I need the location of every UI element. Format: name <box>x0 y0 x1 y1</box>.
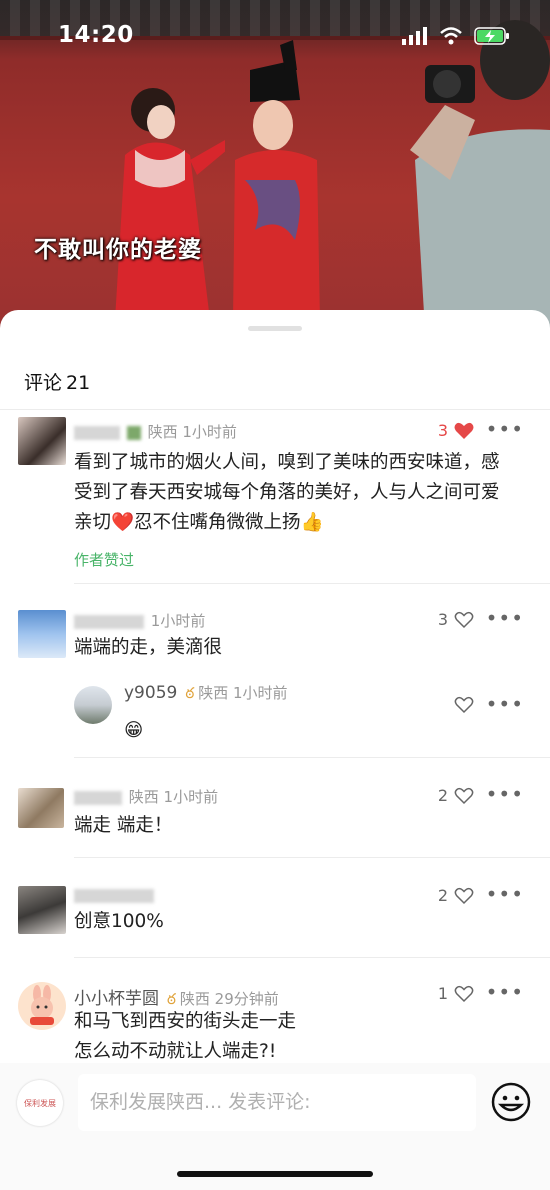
like-count: 2 <box>437 786 448 805</box>
comment-text: 看到了城市的烟火人间，嗅到了美味的西安味道，感受到了春天西安城每个角落的美好，人… <box>74 452 500 533</box>
divider <box>74 583 550 584</box>
status-bar: 14:20 <box>0 0 550 70</box>
comment-location-time: 陕西 1小时前 <box>147 423 237 441</box>
cellular-signal-icon <box>402 27 427 45</box>
gold-badge-icon: ఠ <box>167 990 176 1008</box>
comment-item: 陕西 1小时前 3 ••• 看到了城市的烟火人间，嗅到了美味的西安味道，感受到了… <box>0 415 550 585</box>
blurred-username <box>74 888 154 903</box>
comment-location-time: 陕西 29分钟前 <box>179 990 279 1008</box>
more-options-icon[interactable]: ••• <box>486 980 524 1004</box>
comment-text: 和马飞到西安的街头走一走 怎么动不动就让人端走?! <box>74 1011 297 1062</box>
more-options-icon[interactable]: ••• <box>486 692 524 716</box>
avatar[interactable] <box>18 610 66 658</box>
comment-text: 端走 端走！ <box>74 815 173 836</box>
comment-location-time: 陕西 1小时前 <box>128 788 219 806</box>
comment-input-bar: 保利发展 保利发展陕西... 发表评论: <box>0 1063 550 1190</box>
like-count: 2 <box>437 886 448 905</box>
bride-figure <box>115 88 225 320</box>
comment-input-placeholder: 保利发展陕西... 发表评论: <box>90 1091 311 1113</box>
bunny-avatar-icon <box>30 985 54 1025</box>
more-options-icon[interactable]: ••• <box>486 782 524 806</box>
reply-username[interactable]: y9059 <box>124 683 177 703</box>
home-indicator[interactable] <box>177 1171 373 1177</box>
heart-filled-icon <box>454 422 474 439</box>
like-button[interactable]: 1 <box>438 984 474 1003</box>
heart-outline-icon <box>454 696 474 714</box>
comment-text: 端端的走，美滴很 <box>74 637 223 658</box>
comment-text: 创意100% <box>74 911 164 932</box>
groom-figure <box>233 40 320 320</box>
reply-like-button[interactable] <box>454 696 474 714</box>
more-options-icon[interactable]: ••• <box>486 606 524 630</box>
video-player[interactable]: 14:20 不敢叫你的老婆 <box>0 0 550 330</box>
divider <box>0 409 550 410</box>
battery-charging-icon <box>474 27 509 45</box>
like-count: 1 <box>437 984 448 1003</box>
reply-text: 😁 <box>124 720 144 741</box>
comment-item: 陕西 1小时前 2 ••• 端走 端走！ <box>0 782 550 864</box>
brand-logo: 保利发展 <box>17 1080 63 1126</box>
comment-meta: 1小时前 <box>74 610 205 631</box>
blurred-badge <box>126 425 141 440</box>
blurred-username <box>74 790 122 805</box>
comment-item: 2 ••• 创意100% <box>0 882 550 964</box>
comments-count-number: 21 <box>66 372 91 394</box>
more-options-icon[interactable]: ••• <box>486 882 524 906</box>
comment-location-time: 1小时前 <box>150 612 206 630</box>
heart-outline-icon <box>454 887 474 904</box>
comment-input[interactable]: 保利发展陕西... 发表评论: <box>78 1074 476 1131</box>
reply-location-time: 陕西 1小时前 <box>198 684 288 702</box>
reply-meta: y9059 ఠ 陕西 1小时前 <box>124 682 288 706</box>
video-caption: 不敢叫你的老婆 <box>34 236 202 263</box>
heart-outline-icon <box>454 611 474 628</box>
like-button[interactable]: 3 <box>438 610 474 629</box>
blurred-username <box>74 425 120 440</box>
comment-username[interactable]: 小小杯芋圆 <box>74 989 159 1009</box>
comments-count: 评论 21 <box>24 368 90 395</box>
divider <box>74 957 550 958</box>
avatar[interactable] <box>18 982 66 1030</box>
emoji-icon[interactable] <box>490 1081 532 1123</box>
comment-meta: 陕西 1小时前 <box>74 421 237 442</box>
comment-meta <box>74 886 156 904</box>
comments-label: 评论 <box>24 372 63 394</box>
sheet-drag-handle[interactable] <box>248 326 302 331</box>
like-button[interactable]: 2 <box>438 886 474 905</box>
like-button[interactable]: 3 <box>438 421 474 440</box>
heart-outline-icon <box>454 787 474 804</box>
avatar[interactable] <box>18 788 64 828</box>
like-count: 3 <box>437 421 448 440</box>
wifi-icon <box>440 27 462 45</box>
author-liked-label: 作者赞过 <box>74 551 135 569</box>
comment-sheet: 评论 21 陕西 1小时前 3 ••• 看到了城市的烟火人间，嗅到了美味的西安味道… <box>0 310 550 1190</box>
heart-outline-icon <box>454 985 474 1002</box>
status-time: 14:20 <box>58 22 134 48</box>
comment-item: 1小时前 3 ••• 端端的走，美滴很 y9059 ఠ 陕西 1小时前 ••• 😁 <box>0 606 550 758</box>
more-options-icon[interactable]: ••• <box>486 417 524 441</box>
gold-badge-icon: ఠ <box>185 684 195 702</box>
brand-logo-text: 保利发展 <box>24 1098 56 1108</box>
reply-avatar[interactable] <box>74 686 112 724</box>
avatar[interactable] <box>18 886 66 934</box>
avatar[interactable] <box>18 417 66 465</box>
comment-item: 小小杯芋圆 ఠ 陕西 29分钟前 1 ••• 和马飞到西安的街头走一走 怎么动不动就… <box>0 980 550 1072</box>
divider <box>74 757 550 758</box>
blurred-username <box>74 614 144 629</box>
like-button[interactable]: 2 <box>438 786 474 805</box>
divider <box>74 857 550 858</box>
comment-meta: 陕西 1小时前 <box>74 786 218 807</box>
like-count: 3 <box>437 610 448 629</box>
